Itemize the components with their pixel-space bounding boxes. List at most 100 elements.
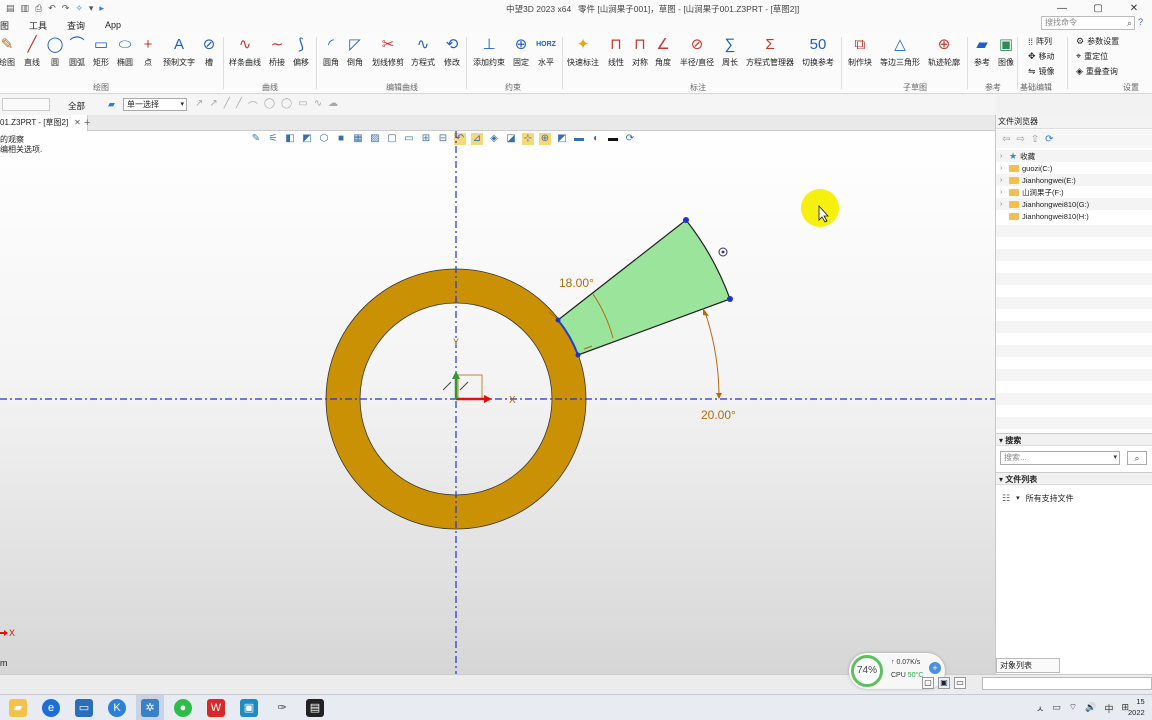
sketch-drawing[interactable]: 18.00° 20.00° Y X	[0, 131, 995, 674]
snap-filter-icon[interactable]: ☁	[328, 98, 338, 113]
ribbon-side-button[interactable]: ⁞⁞ 阵列	[1028, 36, 1052, 47]
snap-filter-icon[interactable]: ∿	[314, 98, 322, 113]
run-icon[interactable]: ▸	[99, 3, 104, 14]
ribbon-button-8[interactable]: ⊘ 槽	[194, 35, 224, 68]
file-explorer-icon[interactable]: ▰	[9, 699, 27, 717]
tree-item[interactable]: › Jianhongwei810(G:)	[996, 198, 1152, 210]
ime-indicator[interactable]: 中	[1104, 702, 1113, 715]
pick-mode-select[interactable]: 单一选择 ▾	[123, 98, 187, 111]
forward-icon[interactable]: ⇨	[1016, 134, 1024, 145]
redo-icon[interactable]: ↷	[62, 3, 70, 14]
tree-item[interactable]: Jianhongwei810(H:)	[996, 210, 1152, 222]
expand-icon[interactable]: ›	[1000, 165, 1006, 172]
ribbon-side-button[interactable]: ⇋ 镜像	[1028, 66, 1055, 77]
ribbon-button-16[interactable]: ⟲ 修改	[437, 35, 467, 68]
ribbon-button-7[interactable]: A 预制文字	[163, 35, 195, 68]
ribbon-side-button[interactable]: ⚙ 参数设置	[1076, 36, 1119, 47]
ribbon-button-6[interactable]: + 点	[133, 35, 163, 68]
add-tab-button[interactable]: +	[84, 115, 90, 131]
menu-inquiry[interactable]: 查询	[57, 19, 95, 32]
menu-sketch[interactable]: 图	[0, 19, 19, 32]
menu-tools[interactable]: 工具	[19, 19, 57, 32]
snap-filter-icon[interactable]: ◯	[264, 98, 275, 113]
ribbon-button-13[interactable]: ◸ 倒角	[340, 35, 370, 68]
window-app-icon[interactable]: ▣	[240, 699, 258, 717]
expand-icon[interactable]: ›	[1000, 177, 1006, 184]
ribbon-button-27[interactable]: 50 切换参考	[802, 35, 834, 68]
search-section-header[interactable]: ▾ 搜索	[996, 433, 1152, 446]
rebuild-icon[interactable]: ✧	[75, 3, 83, 14]
tree-item[interactable]: › Jianhongwei(E:)	[996, 174, 1152, 186]
sketch-point[interactable]	[727, 296, 733, 302]
sketch-point[interactable]	[575, 352, 581, 358]
wechat-icon[interactable]: ●	[174, 699, 192, 717]
ribbon-button-23[interactable]: ∠ 角度	[648, 35, 678, 68]
battery-icon[interactable]: ▭	[1052, 702, 1061, 715]
snap-filter-icon[interactable]: ⌒	[248, 98, 258, 113]
snap-filter-icon[interactable]: ╱	[224, 98, 230, 113]
refresh-icon[interactable]: ⟳	[1045, 134, 1053, 145]
save-icon[interactable]: ▥	[21, 3, 30, 14]
status-toggle[interactable]: ▭	[954, 677, 966, 689]
wifi-icon[interactable]: ⌔	[1069, 702, 1077, 715]
tree-item[interactable]: › ★ 收藏	[996, 150, 1152, 162]
ribbon-side-button[interactable]: ⌖ 重定位	[1076, 51, 1108, 62]
snap-filter-icon[interactable]: ╱	[236, 98, 242, 113]
tray-chevron-icon[interactable]: ㅅ	[1036, 702, 1044, 715]
new-icon[interactable]: ▤	[6, 3, 15, 14]
object-list-tab[interactable]: 对象列表	[996, 658, 1060, 673]
ribbon-button-19[interactable]: HORZ 水平	[531, 35, 561, 68]
file-type-filter[interactable]: ☷ ▾ 所有支持文件	[1002, 491, 1152, 505]
document-tab[interactable]: 01.Z3PRT - [草图2] ✕	[0, 115, 88, 131]
ribbon-button-30[interactable]: ⊕ 轨迹轮廓	[928, 35, 960, 68]
clock[interactable]: 15 2022	[1128, 696, 1145, 718]
command-input[interactable]	[982, 677, 1152, 690]
minimize-button[interactable]: —	[1044, 0, 1080, 17]
tree-item[interactable]: › 山涧果子(F:)	[996, 186, 1152, 198]
filter-scope[interactable]: 全部	[68, 100, 85, 112]
plus-icon[interactable]: +	[929, 662, 941, 674]
undo-icon[interactable]: ↶	[48, 3, 56, 14]
volume-icon[interactable]: 🔊	[1085, 702, 1096, 715]
pen-tool-icon[interactable]: ✑	[273, 699, 291, 717]
ribbon-button-9[interactable]: ∿ 样条曲线	[229, 35, 261, 68]
wps-icon[interactable]: W	[207, 699, 225, 717]
back-icon[interactable]: ⇦	[1002, 134, 1010, 145]
ribbon-button-11[interactable]: ⟆ 偏移	[286, 35, 316, 68]
zw3d-app-icon[interactable]: ✲	[141, 699, 159, 717]
search-button[interactable]: ⌕	[1127, 451, 1147, 465]
sketch-point[interactable]	[555, 317, 561, 323]
snap-filter-icon[interactable]: ▭	[298, 98, 307, 113]
ribbon-button-17[interactable]: ⊥ 添加约束	[473, 35, 505, 68]
ribbon-button-26[interactable]: Σ 方程式管理器	[746, 35, 794, 68]
snap-filter-icon[interactable]: ◯	[281, 98, 292, 113]
maximize-button[interactable]: ▢	[1080, 0, 1116, 17]
ribbon-button-20[interactable]: ✦ 快速标注	[567, 35, 599, 68]
dimension-angle-20[interactable]: 20.00°	[701, 408, 736, 422]
command-search-input[interactable]: 搜找命令 ⌕	[1041, 16, 1135, 30]
ribbon-button-25[interactable]: ∑ 周长	[715, 35, 745, 68]
ribbon-side-button[interactable]: ✥ 移动	[1028, 51, 1055, 62]
tree-item[interactable]: › guozi(C:)	[996, 162, 1152, 174]
print-icon[interactable]: ⎙	[35, 3, 42, 14]
status-toggle[interactable]: ▣	[938, 677, 950, 689]
status-toggle[interactable]: ▢	[922, 677, 934, 689]
k-app-icon[interactable]: K	[108, 699, 126, 717]
snap-filter-icon[interactable]: ↗	[209, 98, 217, 113]
ribbon-button-28[interactable]: ⧉ 制作块	[845, 35, 875, 68]
list-view-icon[interactable]: ☷	[1002, 493, 1010, 504]
ribbon-button-24[interactable]: ⊘ 半径/直径	[680, 35, 714, 68]
film-app-icon[interactable]: ▤	[306, 699, 324, 717]
ribbon-button-14[interactable]: ✂ 划线修剪	[372, 35, 404, 68]
menu-app[interactable]: App	[95, 20, 131, 30]
ribbon-button-29[interactable]: △ 等边三角形	[880, 35, 920, 68]
edge-browser-icon[interactable]: e	[42, 699, 60, 717]
graphics-canvas[interactable]: 的观察 编相关选项. ✎ ⚟ ◧ ◩ ⬡ ■ ▦ ▨ ▢ ▭ ⊞ ⊟ ↶ ⊿ ◈…	[0, 131, 995, 674]
snap-filter-icon[interactable]: ↗	[195, 98, 203, 113]
ribbon-side-button[interactable]: ◈ 重叠查询	[1076, 66, 1118, 77]
expand-icon[interactable]: ›	[1000, 153, 1006, 160]
filter-combo[interactable]	[2, 98, 50, 111]
help-icon[interactable]: ?	[1138, 17, 1143, 27]
screen-app-icon[interactable]: ▭	[75, 699, 93, 717]
up-icon[interactable]: ⇧	[1031, 134, 1039, 145]
